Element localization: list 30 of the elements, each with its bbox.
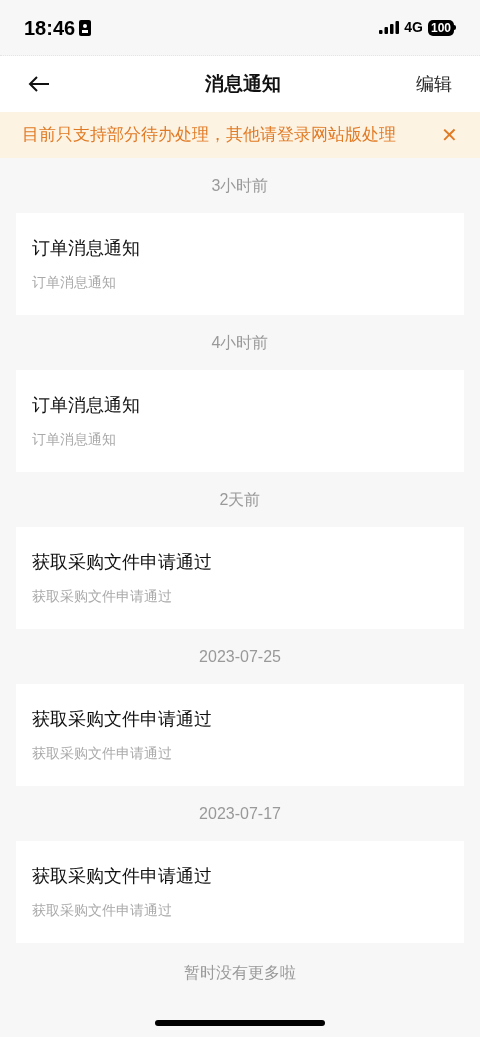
message-title: 获取采购文件申请通过	[32, 551, 212, 574]
back-icon[interactable]	[28, 75, 50, 93]
battery-icon: 100	[427, 19, 456, 36]
message-title: 订单消息通知	[32, 394, 140, 417]
message-body: 获取采购文件申请通过	[32, 901, 172, 920]
message-body: 订单消息通知	[32, 273, 116, 292]
timestamp: 2023-07-25	[199, 646, 281, 667]
timestamp: 4小时前	[211, 332, 269, 353]
message-title: 订单消息通知	[32, 237, 140, 260]
notice-text: 目前只支持部分待办处理，其他请登录网站版处理	[22, 124, 396, 147]
message-card[interactable]: 获取采购文件申请通过 获取采购文件申请通过	[16, 841, 464, 943]
network-label: 4G	[404, 18, 423, 37]
message-body: 获取采购文件申请通过	[32, 744, 172, 763]
status-time: 18:46	[24, 15, 76, 41]
message-body: 获取采购文件申请通过	[32, 587, 172, 606]
timestamp: 2天前	[219, 489, 261, 510]
message-title: 获取采购文件申请通过	[32, 865, 212, 888]
page-title: 消息通知	[205, 71, 281, 96]
signal-icon	[379, 21, 400, 34]
message-card[interactable]: 获取采购文件申请通过 获取采购文件申请通过	[16, 684, 464, 786]
end-of-list-text: 暂时没有更多啦	[184, 963, 296, 983]
badge-icon	[79, 19, 92, 36]
message-card[interactable]: 订单消息通知 订单消息通知	[16, 213, 464, 315]
timestamp: 3小时前	[211, 175, 269, 196]
message-card[interactable]: 订单消息通知 订单消息通知	[16, 370, 464, 472]
message-title: 获取采购文件申请通过	[32, 708, 212, 731]
message-card[interactable]: 获取采购文件申请通过 获取采购文件申请通过	[16, 527, 464, 629]
timestamp: 2023-07-17	[199, 803, 281, 824]
edit-button[interactable]: 编辑	[416, 70, 452, 98]
message-body: 订单消息通知	[32, 430, 116, 449]
